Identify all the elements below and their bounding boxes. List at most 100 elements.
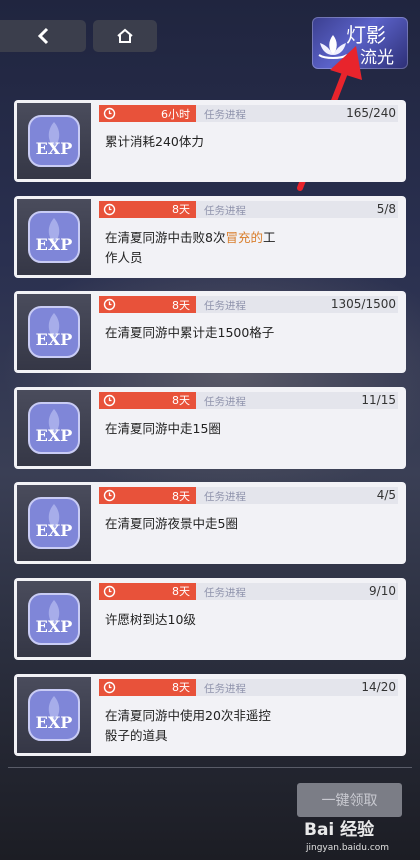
clock-icon bbox=[103, 203, 116, 215]
lotus-icon bbox=[318, 35, 348, 59]
exp-icon: EXP bbox=[28, 592, 80, 645]
task-list: EXP 6小时 任务进程 165/240 累计消耗240体力 EXP 8天 任务… bbox=[14, 100, 406, 769]
svg-text:EXP: EXP bbox=[36, 521, 73, 540]
time-text: 8天 bbox=[172, 681, 190, 695]
clock-icon bbox=[103, 394, 116, 406]
claim-all-button[interactable]: 一键领取 bbox=[297, 783, 402, 817]
desc-text: 工 bbox=[262, 229, 276, 245]
progress-count: 165/240 bbox=[346, 106, 396, 120]
desc-line: 在清夏同游夜景中走5圈 bbox=[105, 516, 238, 532]
task-description: 在清夏同游中走15圈 bbox=[105, 419, 325, 439]
progress-count: 5/8 bbox=[376, 201, 396, 216]
time-remaining: 6小时 bbox=[99, 105, 196, 122]
time-remaining: 8天 bbox=[99, 391, 196, 409]
exp-reward: EXP bbox=[17, 485, 91, 562]
progress-count: 9/10 bbox=[369, 583, 396, 598]
exp-reward: EXP bbox=[17, 198, 91, 275]
desc-line: 许愿树到达10级 bbox=[105, 611, 196, 627]
task-progress-label: 任务进程 bbox=[204, 204, 246, 217]
desc-text: 在清夏同游中击败8次 bbox=[105, 229, 226, 245]
logo-text-line2: 流光 bbox=[360, 48, 394, 68]
clock-icon bbox=[103, 490, 116, 502]
desc-highlight: 冒充的 bbox=[225, 229, 263, 245]
task-progress-label: 任务进程 bbox=[204, 682, 246, 695]
time-remaining: 8天 bbox=[99, 678, 196, 696]
task-header: 8天 任务进程 4/5 bbox=[99, 487, 398, 505]
task-card[interactable]: EXP 6小时 任务进程 165/240 累计消耗240体力 bbox=[14, 100, 406, 182]
task-card[interactable]: EXP 8天 任务进程 5/8 在清夏同游中击败8次冒充的工 作人员 bbox=[14, 195, 406, 278]
task-description: 在清夏同游中击败8次冒充的工 作人员 bbox=[105, 228, 325, 268]
exp-reward: EXP bbox=[17, 389, 91, 466]
watermark-logo: Bai 经验 bbox=[304, 820, 375, 840]
exp-reward: EXP bbox=[17, 103, 91, 179]
task-progress-label: 任务进程 bbox=[204, 395, 246, 408]
svg-text:EXP: EXP bbox=[36, 426, 73, 445]
desc-line: 骰子的道具 bbox=[105, 727, 168, 743]
progress-count: 11/15 bbox=[361, 392, 396, 407]
progress-count: 14/20 bbox=[361, 679, 396, 694]
desc-line: 在清夏同游中走15圈 bbox=[105, 420, 221, 436]
task-progress-label: 任务进程 bbox=[204, 586, 246, 599]
time-text: 8天 bbox=[172, 394, 190, 408]
svg-text:EXP: EXP bbox=[36, 139, 73, 158]
task-description: 许愿树到达10级 bbox=[105, 610, 325, 630]
clock-icon bbox=[103, 298, 116, 311]
task-header: 6小时 任务进程 165/240 bbox=[99, 105, 398, 122]
task-progress-label: 任务进程 bbox=[204, 300, 246, 313]
time-remaining: 8天 bbox=[99, 200, 196, 218]
task-card[interactable]: EXP 8天 任务进程 11/15 在清夏同游中走15圈 bbox=[14, 386, 406, 469]
desc-line: 作人员 bbox=[105, 249, 143, 265]
task-description: 在清夏同游中累计走1500格子 bbox=[105, 323, 325, 343]
svg-text:EXP: EXP bbox=[36, 617, 73, 636]
home-button[interactable] bbox=[93, 20, 157, 52]
task-progress-label: 任务进程 bbox=[204, 109, 246, 121]
desc-line: 在清夏同游中使用20次非遥控 bbox=[105, 707, 271, 723]
task-card[interactable]: EXP 8天 任务进程 4/5 在清夏同游夜景中走5圈 bbox=[14, 482, 406, 565]
svg-text:EXP: EXP bbox=[36, 713, 73, 732]
time-text: 8天 bbox=[172, 489, 190, 503]
task-header: 8天 任务进程 5/8 bbox=[99, 200, 398, 218]
exp-reward: EXP bbox=[17, 580, 91, 657]
exp-reward: EXP bbox=[17, 676, 91, 753]
divider bbox=[8, 767, 412, 768]
home-icon bbox=[117, 28, 133, 43]
task-header: 8天 任务进程 14/20 bbox=[99, 678, 398, 696]
exp-icon: EXP bbox=[28, 115, 80, 167]
task-description: 在清夏同游中使用20次非遥控 骰子的道具 bbox=[105, 706, 325, 746]
exp-icon: EXP bbox=[28, 306, 80, 359]
task-card[interactable]: EXP 8天 任务进程 1305/1500 在清夏同游中累计走1500格子 bbox=[14, 291, 406, 374]
exp-icon: EXP bbox=[28, 401, 80, 454]
task-card[interactable]: EXP 8天 任务进程 14/20 在清夏同游中使用20次非遥控 骰子的道具 bbox=[14, 673, 406, 756]
exp-icon: EXP bbox=[28, 688, 80, 741]
time-remaining: 8天 bbox=[99, 582, 196, 600]
time-text: 8天 bbox=[172, 298, 190, 312]
task-description: 累计消耗240体力 bbox=[105, 132, 325, 152]
chevron-left-icon bbox=[37, 27, 49, 45]
clock-icon bbox=[103, 107, 116, 120]
time-text: 8天 bbox=[172, 203, 190, 217]
svg-text:EXP: EXP bbox=[36, 235, 73, 254]
clock-icon bbox=[103, 681, 116, 693]
time-remaining: 8天 bbox=[99, 487, 196, 505]
back-button[interactable] bbox=[0, 20, 86, 52]
desc-line: 累计消耗240体力 bbox=[105, 134, 204, 149]
clock-icon bbox=[103, 585, 116, 598]
time-remaining: 8天 bbox=[99, 296, 196, 314]
exp-icon: EXP bbox=[28, 497, 80, 550]
watermark-url: jingyan.baidu.com bbox=[306, 843, 390, 853]
exp-icon: EXP bbox=[28, 210, 80, 263]
task-progress-label: 任务进程 bbox=[204, 491, 246, 504]
task-header: 8天 任务进程 9/10 bbox=[99, 582, 398, 600]
event-logo: 灯影 流光 bbox=[312, 17, 408, 69]
desc-line: 在清夏同游中累计走1500格子 bbox=[105, 325, 275, 341]
time-text: 8天 bbox=[172, 585, 190, 599]
progress-count: 4/5 bbox=[376, 488, 396, 503]
progress-count: 1305/1500 bbox=[330, 297, 396, 312]
task-header: 8天 任务进程 1305/1500 bbox=[99, 296, 398, 314]
time-text: 6小时 bbox=[161, 107, 190, 121]
svg-text:EXP: EXP bbox=[36, 330, 73, 349]
task-header: 8天 任务进程 11/15 bbox=[99, 391, 398, 409]
task-description: 在清夏同游夜景中走5圈 bbox=[105, 514, 325, 534]
task-card[interactable]: EXP 8天 任务进程 9/10 许愿树到达10级 bbox=[14, 577, 406, 660]
top-bar: 灯影 流光 bbox=[0, 0, 420, 90]
